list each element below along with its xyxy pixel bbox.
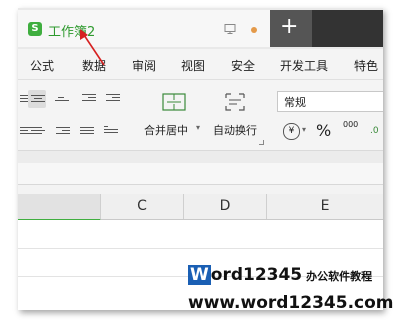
menu-data[interactable]: 数据: [82, 57, 106, 74]
merge-center-label[interactable]: 合并居中: [144, 122, 188, 138]
watermark-url: www.word12345.com: [188, 293, 394, 313]
wrap-text-label[interactable]: 自动换行: [213, 122, 257, 138]
column-header-d[interactable]: D: [184, 194, 267, 219]
menu-review[interactable]: 审阅: [132, 57, 156, 74]
watermark-logo-letter: W: [188, 265, 211, 285]
distribute-icon[interactable]: [104, 126, 118, 138]
align-center-icon[interactable]: [31, 127, 45, 139]
tab-strip: S 工作簿2 +: [18, 8, 383, 49]
align-top-icon: [31, 95, 45, 107]
menu-developer[interactable]: 开发工具: [280, 57, 328, 74]
number-format-dropdown[interactable]: 常规: [277, 91, 383, 112]
unsaved-dot-icon: [251, 27, 257, 33]
column-header-row: C D E: [18, 194, 383, 221]
spreadsheet-app-icon: S: [28, 22, 42, 36]
column-header-selected[interactable]: [18, 194, 101, 221]
watermark-brand: Word12345 办公软件教程: [188, 265, 372, 285]
justify-icon[interactable]: [80, 127, 94, 139]
align-middle-icon[interactable]: [55, 97, 69, 109]
menu-formula[interactable]: 公式: [30, 57, 54, 74]
number-format-value: 常规: [284, 96, 306, 109]
merge-center-icon[interactable]: [161, 92, 187, 112]
currency-icon[interactable]: ¥: [283, 123, 300, 140]
document-title: 工作簿2: [48, 25, 96, 40]
increase-indent-icon[interactable]: [106, 94, 120, 106]
align-right-icon[interactable]: [56, 127, 70, 139]
ribbon-divider: [18, 150, 383, 163]
watermark-brand-text: ord12345: [210, 265, 303, 285]
menu-bar: 公式 数据 审阅 视图 安全 开发工具 特色: [18, 49, 383, 80]
watermark-tagline: 办公软件教程: [306, 270, 373, 283]
currency-dropdown-icon[interactable]: ▾: [302, 125, 306, 134]
watermark: Word12345 办公软件教程 www.word12345.com: [188, 265, 413, 320]
title-bar-right: [312, 10, 383, 47]
menu-security[interactable]: 安全: [231, 57, 255, 74]
alignment-dialog-launcher[interactable]: [259, 140, 264, 145]
thousands-separator-icon[interactable]: 000: [343, 120, 358, 129]
column-header-c[interactable]: C: [101, 194, 184, 219]
merge-dropdown-icon[interactable]: ▾: [196, 123, 200, 132]
plus-icon[interactable]: +: [280, 15, 298, 39]
monitor-icon[interactable]: [224, 23, 236, 35]
row-divider: [18, 248, 383, 249]
document-tab[interactable]: S 工作簿2: [18, 10, 270, 47]
percent-icon[interactable]: %: [316, 121, 331, 140]
wrap-text-icon[interactable]: [223, 91, 247, 113]
column-header-e[interactable]: E: [267, 194, 383, 219]
decimal-icon[interactable]: .0: [370, 126, 379, 136]
decrease-indent-icon[interactable]: [82, 94, 96, 106]
menu-view[interactable]: 视图: [181, 57, 205, 74]
menu-special[interactable]: 特色: [354, 57, 378, 74]
ribbon: 合并居中 ▾ 自动换行 常规 ¥ ▾ % 000 .0: [18, 80, 383, 150]
formula-bar[interactable]: [18, 163, 383, 185]
